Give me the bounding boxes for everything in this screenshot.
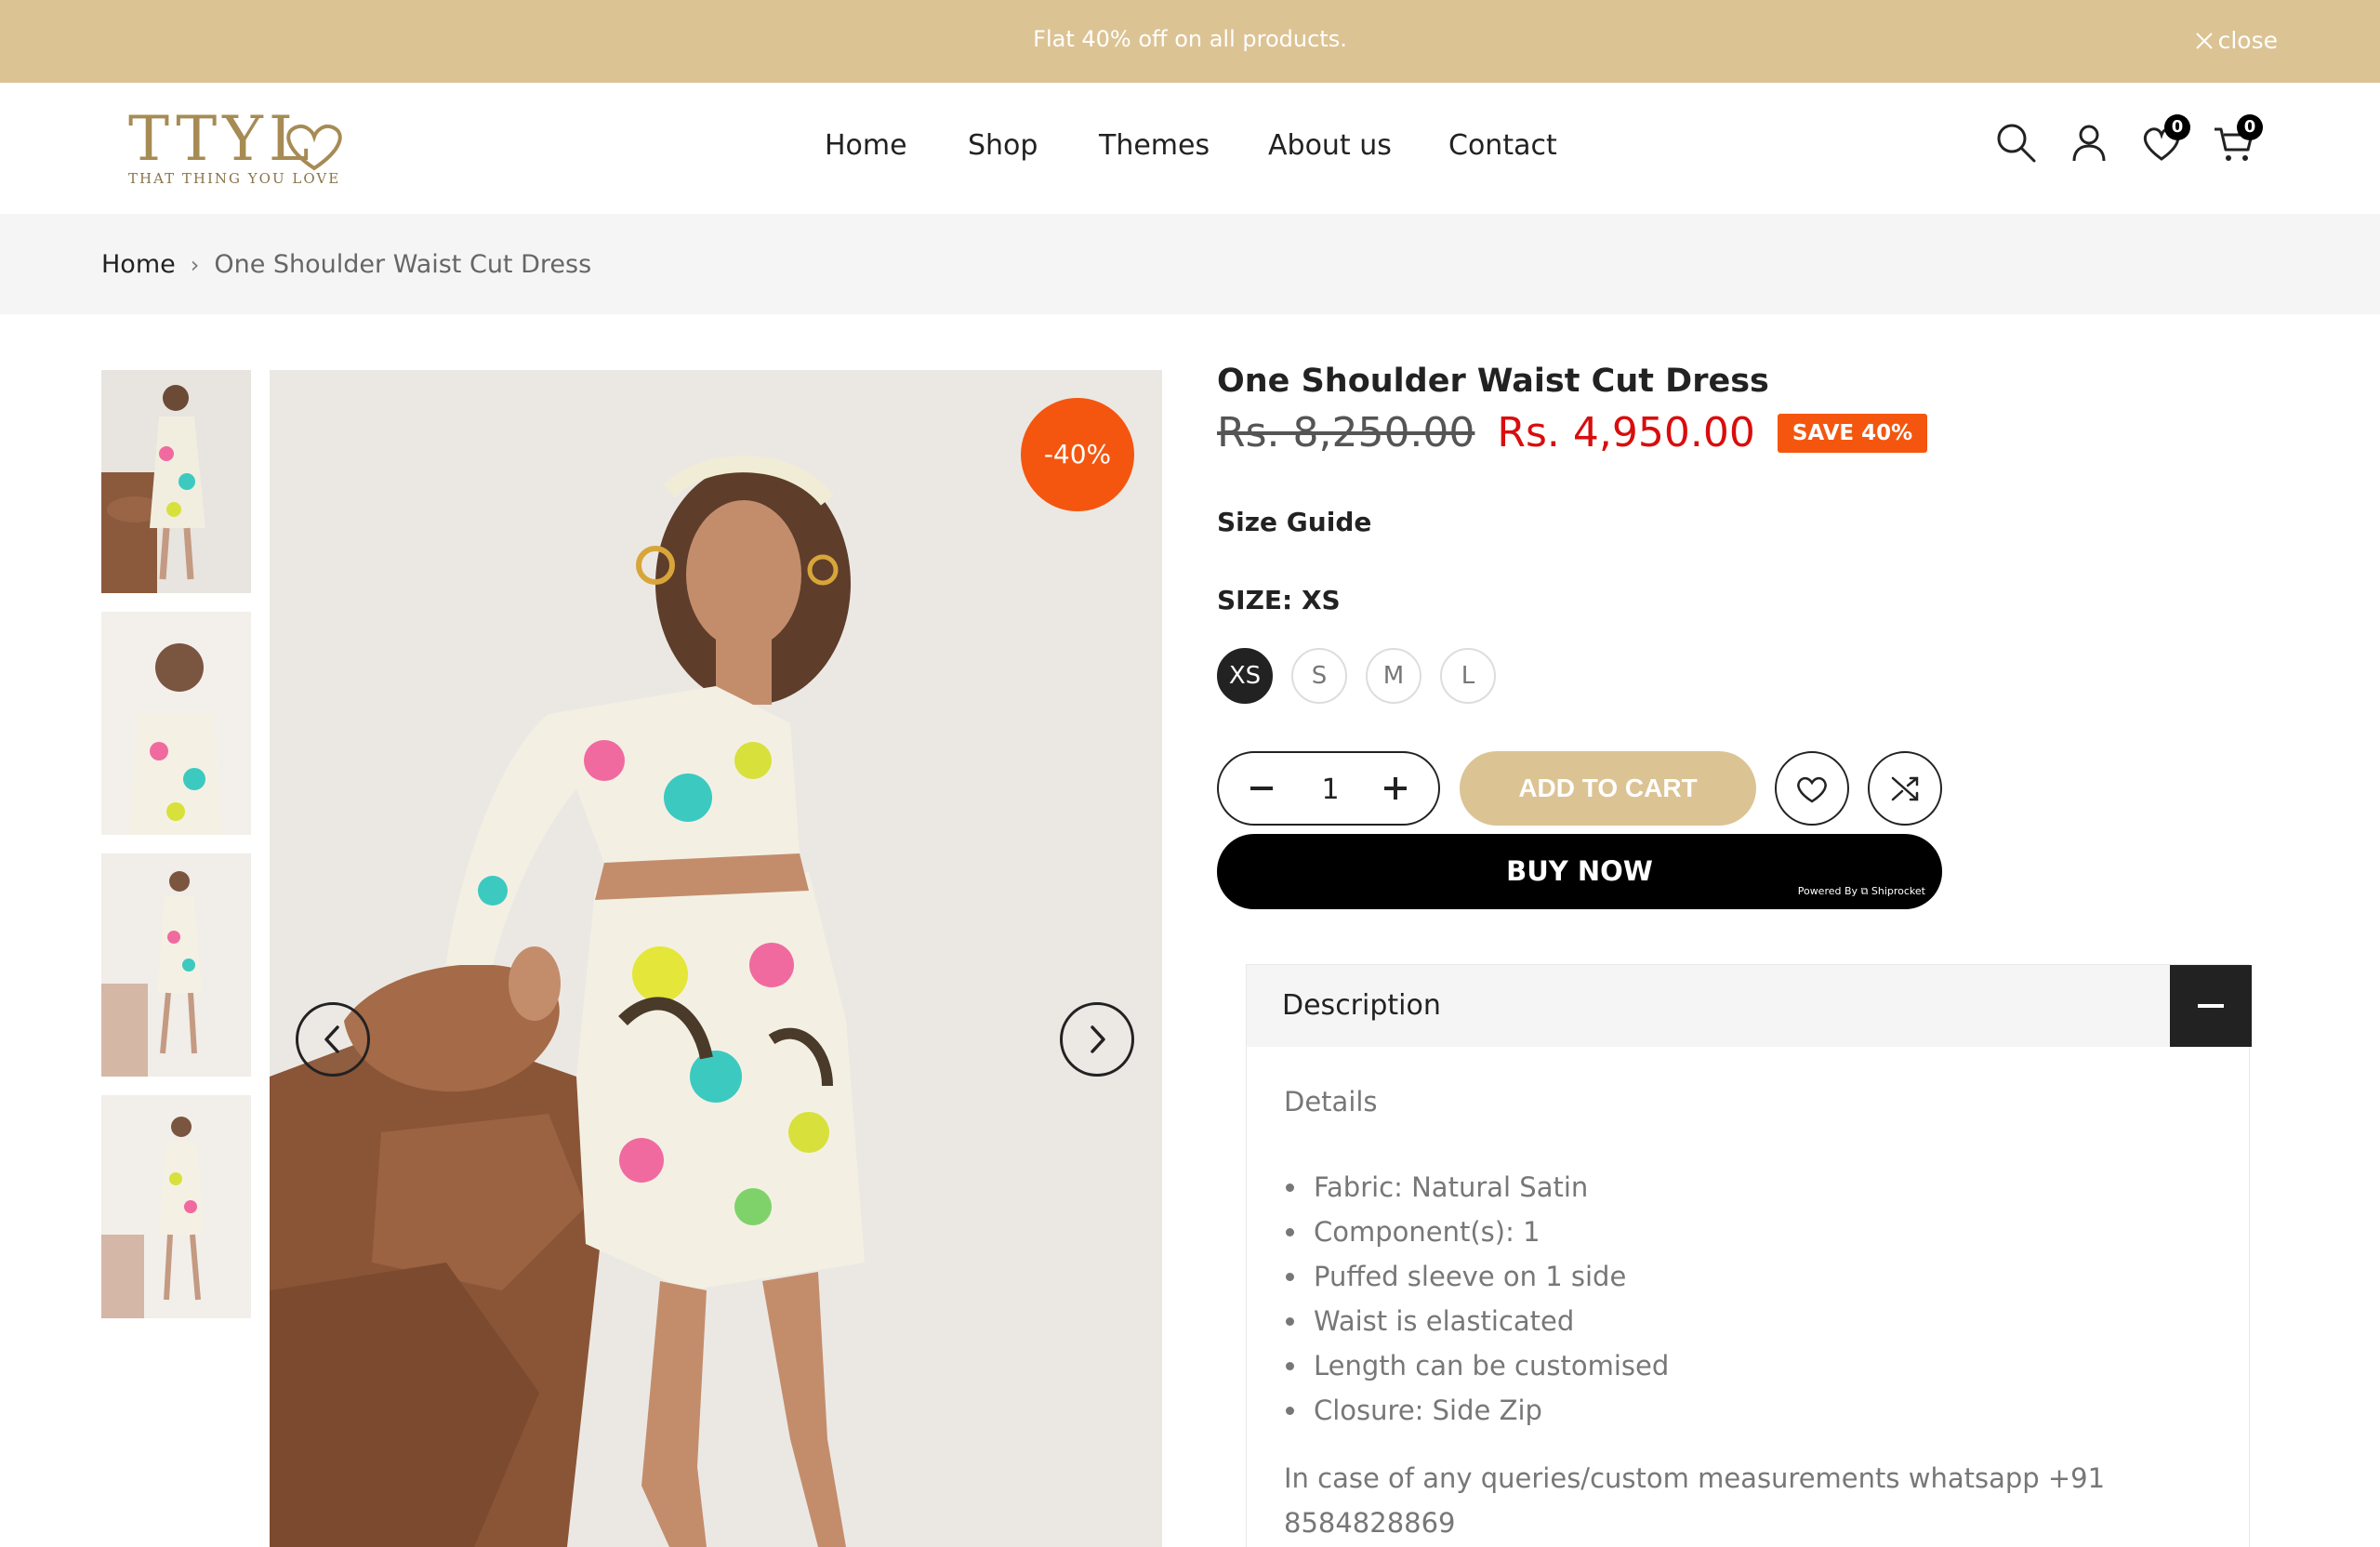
size-option-l[interactable]: L [1440, 648, 1496, 704]
list-item: Length can be customised [1284, 1346, 2214, 1391]
size-option-m[interactable]: M [1366, 648, 1421, 704]
product-thumbnail[interactable] [101, 853, 251, 1077]
size-selector: XS S M L [1217, 648, 1496, 704]
breadcrumb-separator-icon: › [190, 251, 200, 278]
add-to-wishlist-button[interactable] [1775, 751, 1849, 826]
search-button[interactable] [1993, 120, 2040, 166]
thumbnail-image [101, 612, 251, 835]
add-to-cart-button[interactable]: ADD TO CART [1460, 751, 1756, 826]
list-item: Closure: Side Zip [1284, 1391, 2214, 1435]
contact-note: In case of any queries/custom measuremen… [1284, 1462, 2106, 1539]
list-item: Component(s): 1 [1284, 1212, 2214, 1257]
cart-button[interactable]: 0 [2211, 114, 2263, 166]
description-subheading: Details [1284, 1086, 1378, 1117]
chevron-right-icon [1091, 1025, 1105, 1053]
collapse-button[interactable] [2170, 965, 2252, 1047]
close-label: close [2217, 27, 2278, 54]
announcement-bar: Flat 40% off on all products. close [0, 0, 2380, 83]
description-heading: Description [1282, 989, 1441, 1022]
product-thumbnail[interactable] [101, 612, 251, 835]
product-thumbnail[interactable] [101, 1095, 251, 1318]
thumbnail-image [101, 370, 251, 593]
chevron-left-icon [324, 1025, 339, 1053]
product-photo [270, 370, 1162, 1547]
plus-icon [1384, 777, 1407, 800]
breadcrumb-home-link[interactable]: Home [101, 250, 176, 279]
gallery-next-button[interactable] [1060, 1002, 1134, 1077]
details-list: Fabric: Natural Satin Component(s): 1 Pu… [1284, 1168, 2214, 1435]
product-title: One Shoulder Waist Cut Dress [1217, 363, 1769, 400]
account-button[interactable] [2066, 120, 2112, 166]
quantity-stepper: 1 [1217, 751, 1440, 826]
breadcrumb: Home › One Shoulder Waist Cut Dress [0, 214, 2380, 314]
heart-icon [1797, 776, 1827, 803]
announcement-text: Flat 40% off on all products. [1033, 26, 1347, 52]
powered-by-shiprocket: Powered By ⧉ Shiprocket [1797, 885, 1925, 897]
close-icon [2195, 32, 2213, 49]
buy-now-label: BUY NOW [1506, 855, 1653, 887]
description-body: Details Fabric: Natural Satin Component(… [1284, 1086, 2214, 1545]
site-header: TTYL THAT THING YOU LOVE Home Shop Theme… [0, 83, 2380, 214]
size-option-s[interactable]: S [1291, 648, 1347, 704]
original-price: Rs. 8,250.00 [1217, 409, 1475, 456]
thumbnail-image [101, 853, 251, 1077]
compare-button[interactable] [1868, 751, 1942, 826]
list-item: Fabric: Natural Satin [1284, 1168, 2214, 1212]
description-accordion: Description Details Fabric: Natural Sati… [1246, 964, 2252, 1547]
buy-now-button[interactable]: BUY NOW Powered By ⧉ Shiprocket [1217, 834, 1942, 909]
product-main-image[interactable]: -40% [270, 370, 1162, 1547]
quantity-input[interactable]: 1 [1293, 774, 1368, 806]
cart-count-badge: 0 [2237, 114, 2263, 140]
minus-icon [2198, 1004, 2224, 1008]
thumbnail-image [101, 1095, 251, 1318]
product-thumbnail[interactable] [101, 370, 251, 593]
list-item: Waist is elasticated [1284, 1302, 2214, 1346]
list-item: Puffed sleeve on 1 side [1284, 1257, 2214, 1302]
header-actions: 0 0 [0, 114, 2380, 176]
description-header[interactable]: Description [1247, 965, 2252, 1047]
wishlist-button[interactable]: 0 [2138, 114, 2190, 166]
sale-price: Rs. 4,950.00 [1497, 409, 1755, 456]
price-block: Rs. 8,250.00 Rs. 4,950.00 SAVE 40% [1217, 409, 1928, 456]
gallery-prev-button[interactable] [296, 1002, 370, 1077]
quantity-decrease-button[interactable] [1237, 764, 1286, 813]
quantity-increase-button[interactable] [1371, 764, 1420, 813]
breadcrumb-current: One Shoulder Waist Cut Dress [214, 250, 592, 279]
search-icon [1997, 124, 2036, 163]
account-icon [2072, 125, 2106, 162]
discount-badge: -40% [1021, 398, 1134, 511]
wishlist-count-badge: 0 [2164, 114, 2190, 140]
shuffle-compare-icon [1891, 776, 1919, 801]
announcement-close-button[interactable]: close [2194, 27, 2278, 54]
size-guide-link[interactable]: Size Guide [1217, 507, 1371, 537]
size-label: SIZE: XS [1217, 585, 1341, 615]
minus-icon [1250, 787, 1273, 790]
size-option-xs[interactable]: XS [1217, 648, 1273, 704]
save-badge: SAVE 40% [1777, 413, 1928, 453]
